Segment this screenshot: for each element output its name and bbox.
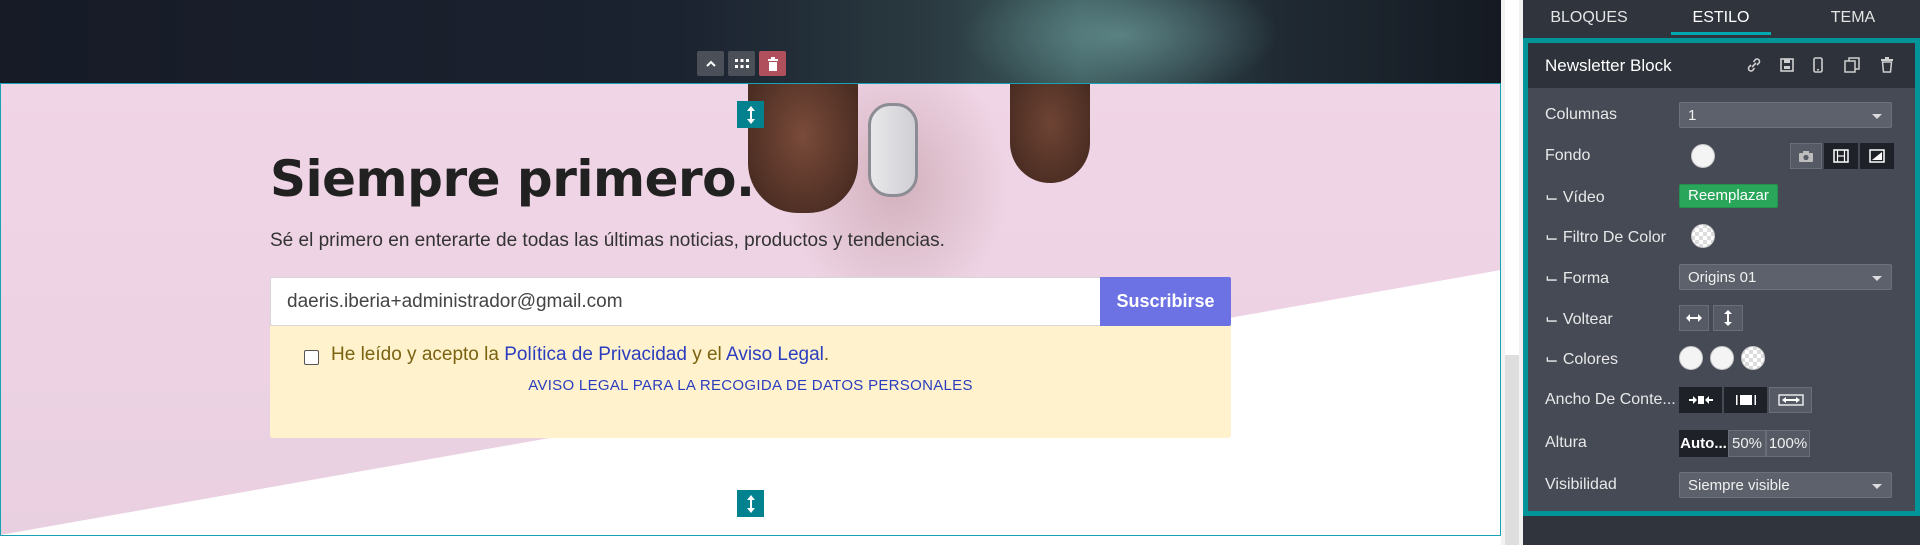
option-color-filter: ⌙ Filtro De Color	[1528, 219, 1915, 253]
option-label: ⌙ Voltear	[1545, 311, 1613, 328]
option-content-width: Ancho De Conte...	[1528, 383, 1915, 417]
option-voltear: ⌙ Voltear	[1528, 301, 1915, 335]
color-swatch-3[interactable]	[1741, 346, 1765, 370]
caret-down-icon	[1872, 276, 1882, 281]
option-label: ⌙ Forma	[1545, 270, 1610, 287]
vertical-arrows-icon	[746, 494, 755, 513]
legal-notice-link-caps[interactable]: AVISO LEGAL PARA LA RECOGIDA DE DATOS PE…	[270, 377, 1231, 394]
option-altura: Altura Auto... 50% 100%	[1528, 426, 1915, 460]
privacy-policy-link[interactable]: Política de Privacidad	[504, 344, 687, 365]
consent-prefix: He leído y acepto la	[331, 344, 505, 365]
replace-video-button[interactable]: Reemplazar	[1679, 184, 1778, 208]
trash-icon[interactable]	[759, 51, 786, 76]
width-full-icon[interactable]	[1724, 387, 1767, 413]
tab-tema[interactable]: TEMA	[1787, 0, 1919, 35]
consent-suffix: .	[823, 344, 830, 365]
flip-vertical-icon[interactable]	[1713, 305, 1743, 331]
visibility-select[interactable]: Siempre visible	[1679, 472, 1892, 498]
save-icon[interactable]	[1778, 56, 1796, 74]
color-filter-swatch[interactable]	[1691, 224, 1715, 248]
height-50-button[interactable]: 50%	[1728, 430, 1766, 457]
vertical-arrows-icon	[746, 105, 755, 124]
website-canvas: Siempre primero. Sé el primero en entera…	[0, 0, 1501, 545]
option-label: Columnas	[1545, 106, 1618, 123]
background-photo-hand	[1010, 83, 1090, 183]
chevron-up-icon[interactable]	[697, 51, 724, 76]
height-auto-button[interactable]: Auto...	[1679, 430, 1728, 457]
panel-tabs: BLOQUES ESTILO TEMA	[1523, 0, 1920, 35]
mobile-icon[interactable]	[1809, 56, 1827, 74]
resize-top-handle[interactable]	[737, 101, 764, 128]
select-value: Origins 01	[1688, 269, 1757, 286]
background-color-swatch[interactable]	[1691, 144, 1715, 168]
block-toolbar	[697, 51, 786, 76]
film-icon[interactable]	[1824, 143, 1858, 169]
editor-panel: BLOQUES ESTILO TEMA Newsletter Block Col…	[1523, 0, 1920, 545]
caret-down-icon	[1872, 114, 1882, 119]
tab-estilo[interactable]: ESTILO	[1655, 0, 1787, 35]
block-title: Newsletter Block	[1545, 56, 1672, 75]
option-video: ⌙ Vídeo Reemplazar	[1528, 179, 1915, 213]
block-options-header: Newsletter Block	[1528, 43, 1915, 88]
trash-icon[interactable]	[1878, 56, 1896, 74]
option-label: ⌙ Vídeo	[1545, 189, 1605, 206]
block-options: Newsletter Block Columnas 1 Fondo ⌙ Víde…	[1523, 38, 1920, 516]
background-photo-person	[748, 83, 858, 213]
grid-icon[interactable]	[728, 51, 755, 76]
duplicate-icon[interactable]	[1843, 56, 1861, 74]
option-columnas: Columnas 1	[1528, 98, 1915, 132]
camera-icon[interactable]	[1790, 143, 1822, 169]
option-label: Fondo	[1545, 147, 1591, 164]
height-100-button[interactable]: 100%	[1766, 430, 1810, 457]
consent-checkbox[interactable]	[304, 350, 319, 365]
color-swatch-2[interactable]	[1710, 346, 1734, 370]
hero-subtitle: Sé el primero en enterarte de todas las …	[270, 230, 945, 251]
consent-middle: y el	[686, 344, 727, 365]
color-swatch-1[interactable]	[1679, 346, 1703, 370]
panel-footer-area	[1523, 516, 1920, 545]
background-photo-headphones	[868, 103, 918, 197]
option-forma: ⌙ Forma Origins 01	[1528, 260, 1915, 294]
email-field[interactable]	[270, 277, 1100, 326]
width-small-icon[interactable]	[1679, 387, 1722, 413]
gradient-icon[interactable]	[1860, 143, 1894, 169]
option-fondo: Fondo	[1528, 139, 1915, 173]
link-icon[interactable]	[1745, 56, 1763, 74]
flip-horizontal-icon[interactable]	[1679, 305, 1709, 331]
select-value: Siempre visible	[1688, 477, 1790, 494]
consent-text: He leído y acepto la Política de Privaci…	[331, 344, 829, 366]
shape-select[interactable]: Origins 01	[1679, 264, 1892, 290]
legal-notice-link[interactable]: Aviso Legal	[726, 344, 824, 365]
width-wide-icon[interactable]	[1769, 387, 1812, 413]
option-colores: ⌙ Colores	[1528, 341, 1915, 375]
select-value: 1	[1688, 107, 1697, 124]
option-label: Ancho De Conte...	[1545, 391, 1676, 408]
columns-select[interactable]: 1	[1679, 102, 1892, 128]
option-label: ⌙ Colores	[1545, 351, 1618, 368]
option-label: ⌙ Filtro De Color	[1545, 229, 1666, 246]
tab-bloques[interactable]: BLOQUES	[1523, 0, 1655, 35]
option-visibilidad: Visibilidad Siempre visible	[1528, 468, 1915, 502]
option-label: Altura	[1545, 434, 1587, 451]
subscribe-button[interactable]: Suscribirse	[1100, 277, 1231, 326]
canvas-scrollbar[interactable]	[1501, 0, 1523, 545]
scrollbar-thumb[interactable]	[1505, 0, 1519, 355]
option-label: Visibilidad	[1545, 476, 1617, 493]
newsletter-form: Suscribirse	[270, 277, 1231, 326]
hero-title: Siempre primero.	[270, 150, 755, 208]
caret-down-icon	[1872, 484, 1882, 489]
scrollbar-track	[1505, 355, 1519, 545]
resize-bottom-handle[interactable]	[737, 490, 764, 517]
consent-box: He leído y acepto la Política de Privaci…	[270, 326, 1231, 438]
